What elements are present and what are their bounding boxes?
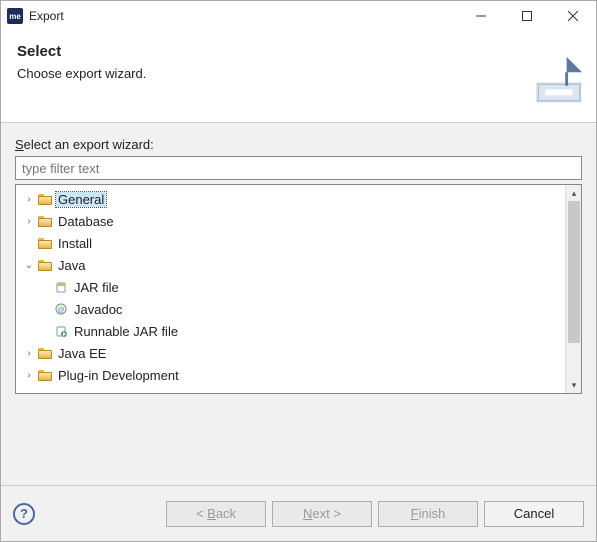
tree-leaf[interactable]: @ Javadoc xyxy=(16,298,565,320)
scroll-thumb[interactable] xyxy=(568,201,580,343)
chevron-right-icon[interactable]: › xyxy=(22,216,36,227)
svg-text:@: @ xyxy=(57,307,64,314)
tree-folder[interactable]: › Plug-in Development xyxy=(16,364,565,386)
tree-item-label: Install xyxy=(56,236,94,251)
scroll-up-icon[interactable]: ▴ xyxy=(566,185,582,201)
button-bar: ? < Back Next > Finish Cancel xyxy=(1,485,596,541)
tree-item-label: Plug-in Development xyxy=(56,368,181,383)
chevron-right-icon[interactable]: › xyxy=(22,194,36,205)
chevron-right-icon[interactable]: › xyxy=(22,370,36,381)
folder-icon xyxy=(36,260,54,271)
chevron-right-icon[interactable]: › xyxy=(22,348,36,359)
page-title: Select xyxy=(17,43,580,60)
minimize-button[interactable] xyxy=(458,1,504,31)
export-icon xyxy=(528,53,586,105)
help-button[interactable]: ? xyxy=(13,503,35,525)
tree-item-label: Database xyxy=(56,214,116,229)
maximize-button[interactable] xyxy=(504,1,550,31)
runjar-icon xyxy=(52,324,70,338)
tree-item-label: Java xyxy=(56,258,87,273)
tree-leaf[interactable]: Runnable JAR file xyxy=(16,320,565,342)
app-icon: me xyxy=(7,8,23,24)
window-title: Export xyxy=(29,9,64,23)
tree-folder[interactable]: ⌄ Java xyxy=(16,254,565,276)
wizard-body: Select an export wizard: › General › Databa… xyxy=(1,123,596,485)
folder-icon xyxy=(36,370,54,381)
wizard-tree[interactable]: › General › Database Install ⌄ Java JAR file @ Ja… xyxy=(16,185,565,393)
jar-icon xyxy=(52,280,70,294)
tree-item-label: Javadoc xyxy=(72,302,124,317)
tree-item-label: General xyxy=(56,192,106,207)
tree-item-label: Java EE xyxy=(56,346,108,361)
tree-folder[interactable]: › Database xyxy=(16,210,565,232)
next-button[interactable]: Next > xyxy=(272,501,372,527)
tree-container: › General › Database Install ⌄ Java JAR file @ Ja… xyxy=(15,184,582,394)
page-subtitle: Choose export wizard. xyxy=(17,66,580,81)
folder-icon xyxy=(36,238,54,249)
folder-icon xyxy=(36,348,54,359)
cancel-button[interactable]: Cancel xyxy=(484,501,584,527)
titlebar: me Export xyxy=(1,1,596,31)
tree-label: Select an export wizard: xyxy=(15,137,582,152)
close-button[interactable] xyxy=(550,1,596,31)
tree-folder[interactable]: › General xyxy=(16,188,565,210)
tree-leaf[interactable]: JAR file xyxy=(16,276,565,298)
wizard-header: Select Choose export wizard. xyxy=(1,31,596,123)
scrollbar[interactable]: ▴ ▾ xyxy=(565,185,581,393)
back-button[interactable]: < Back xyxy=(166,501,266,527)
tree-item-label: JAR file xyxy=(72,280,121,295)
folder-icon xyxy=(36,194,54,205)
filter-input[interactable] xyxy=(15,156,582,180)
tree-folder[interactable]: Install xyxy=(16,232,565,254)
finish-button[interactable]: Finish xyxy=(378,501,478,527)
tree-item-label: Runnable JAR file xyxy=(72,324,180,339)
scroll-down-icon[interactable]: ▾ xyxy=(566,377,582,393)
folder-icon xyxy=(36,216,54,227)
tree-folder[interactable]: › Java EE xyxy=(16,342,565,364)
javadoc-icon: @ xyxy=(52,302,70,316)
chevron-down-icon[interactable]: ⌄ xyxy=(22,260,36,271)
